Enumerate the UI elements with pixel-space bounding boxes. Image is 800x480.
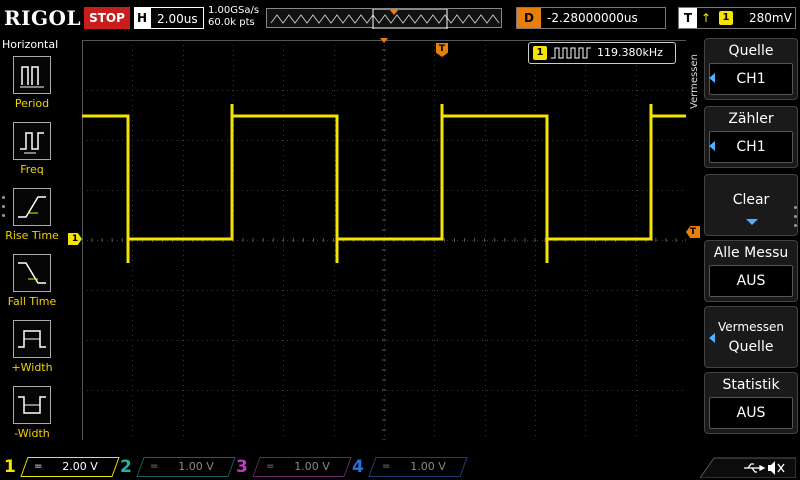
trigger-position-label: T <box>438 44 446 54</box>
channel1-coupling: = <box>34 461 43 472</box>
channel2-coupling: = <box>150 461 159 472</box>
trigger-label: T <box>679 8 697 28</box>
softkey-vermessen-quelle[interactable]: Vermessen Quelle <box>704 306 798 368</box>
timebase-display[interactable]: H 2.00us <box>134 7 204 29</box>
softkey-alle-label: Alle Messu <box>713 245 789 261</box>
channel4-number: 4 <box>352 457 364 477</box>
delay-value: -2.28000000us <box>547 11 638 25</box>
measure-positive-width[interactable]: +Width <box>0 320 64 382</box>
softkey-clear-label: Clear <box>732 192 770 208</box>
channel1-status[interactable]: 1 = 2.00 V <box>4 456 120 478</box>
brand-logo: RIGOL <box>4 6 82 30</box>
acquisition-info: 1.00GSa/s 60.0k pts <box>208 5 264 31</box>
softkey-zaehler-label: Zähler <box>728 111 774 127</box>
measure-negative-width-label: -Width <box>14 427 50 440</box>
channel1-trace <box>82 104 686 263</box>
menu-scroll-dots <box>794 206 798 236</box>
selector-arrow-icon <box>709 73 715 83</box>
measure-freq[interactable]: Freq <box>0 122 64 184</box>
softkey-statistik-label: Statistik <box>722 377 780 393</box>
softkey-alle-messungen[interactable]: Alle Messu AUS <box>704 240 798 302</box>
trigger-level: 280mV <box>749 11 792 25</box>
selector-arrow-icon <box>709 333 715 343</box>
menu-title: Horizontal <box>2 38 59 51</box>
softkey-clear[interactable]: Clear <box>704 174 798 236</box>
channel4-scale: 1.00 V <box>410 460 446 473</box>
waveform-area[interactable]: 1 119.380kHz T <box>82 40 686 440</box>
delay-display[interactable]: D -2.28000000us <box>516 7 666 29</box>
menu-vertical-title: Vermessen <box>689 54 700 110</box>
memory-waveform-icon <box>270 9 500 29</box>
menu-scroll-dots <box>2 196 6 226</box>
center-position-marker <box>380 38 388 43</box>
measure-period-label: Period <box>14 97 50 110</box>
measure-fall-time-label: Fall Time <box>7 295 57 308</box>
rise-time-icon <box>13 188 51 226</box>
fall-time-icon <box>13 254 51 292</box>
softkey-quelle-label: Quelle <box>728 43 774 59</box>
softkey-statistik-value: AUS <box>709 397 793 429</box>
memory-overview-bar[interactable] <box>266 8 502 29</box>
timebase-label: H <box>134 7 150 29</box>
channel-bar: 1 = 2.00 V 2 = 1.00 V 3 = 1.00 V 4 = 1.0… <box>0 454 800 480</box>
memory-trigger-marker <box>389 9 399 15</box>
sample-rate: 1.00GSa/s <box>208 5 260 16</box>
positive-width-icon <box>13 320 51 358</box>
softkey-quelle[interactable]: Quelle CH1 <box>704 38 798 100</box>
measurement-channel: 1 <box>533 46 547 60</box>
period-icon <box>13 56 51 94</box>
channel3-coupling: = <box>266 461 275 472</box>
softkey-quelle-value: CH1 <box>709 63 793 95</box>
softkey-vermessen-label: Vermessen <box>718 320 784 334</box>
channel1-marker-label: 1 <box>71 234 79 244</box>
delay-label: D <box>517 8 541 28</box>
channel1-number: 1 <box>4 457 16 477</box>
timebase-value: 2.00us <box>150 7 204 29</box>
softkey-statistik[interactable]: Statistik AUS <box>704 372 798 434</box>
measure-negative-width[interactable]: -Width <box>0 386 64 448</box>
run-stop-indicator[interactable]: STOP <box>84 7 130 29</box>
channel3-number: 3 <box>236 457 248 477</box>
chevron-down-icon <box>746 219 758 225</box>
measurement-value: 119.380kHz <box>597 46 663 59</box>
negative-width-icon <box>13 386 51 424</box>
softkey-vermessen-value: Quelle <box>728 339 774 355</box>
period-wave-icon <box>551 47 591 59</box>
softkey-zaehler[interactable]: Zähler CH1 <box>704 106 798 168</box>
system-icons <box>699 456 797 479</box>
channel4-coupling: = <box>382 461 391 472</box>
channel4-status[interactable]: 4 = 1.00 V <box>352 456 468 478</box>
measure-period[interactable]: Period <box>0 56 64 118</box>
softkey-menu: Vermessen Quelle CH1 Zähler CH1 Clear Al… <box>686 36 800 450</box>
measure-rise-time-label: Rise Time <box>5 229 59 242</box>
trigger-display[interactable]: T ↑ 1 280mV <box>678 7 796 29</box>
channel3-status[interactable]: 3 = 1.00 V <box>236 456 352 478</box>
measure-positive-width-label: +Width <box>11 361 53 374</box>
selector-arrow-icon <box>709 141 715 151</box>
measure-rise-time[interactable]: Rise Time <box>0 188 64 250</box>
measure-menu: Horizontal Period Freq Rise Time Fall Ti… <box>0 36 64 450</box>
measure-freq-label: Freq <box>20 163 44 176</box>
frequency-icon <box>13 122 51 160</box>
softkey-zaehler-value: CH1 <box>709 131 793 163</box>
channel2-number: 2 <box>120 457 132 477</box>
measurement-readout[interactable]: 1 119.380kHz <box>528 42 676 64</box>
measure-fall-time[interactable]: Fall Time <box>0 254 64 316</box>
graticule <box>82 40 686 440</box>
channel3-scale: 1.00 V <box>294 460 330 473</box>
status-bar: RIGOL STOP H 2.00us 1.00GSa/s 60.0k pts … <box>0 0 800 36</box>
memory-depth: 60.0k pts <box>208 17 255 28</box>
channel1-scale: 2.00 V <box>62 460 98 473</box>
channel2-status[interactable]: 2 = 1.00 V <box>120 456 236 478</box>
trigger-source: 1 <box>719 11 733 25</box>
channel2-scale: 1.00 V <box>178 460 214 473</box>
softkey-alle-value: AUS <box>709 265 793 297</box>
rising-edge-icon: ↑ <box>701 11 712 25</box>
channel1-ground-marker[interactable]: 1 <box>68 233 82 245</box>
